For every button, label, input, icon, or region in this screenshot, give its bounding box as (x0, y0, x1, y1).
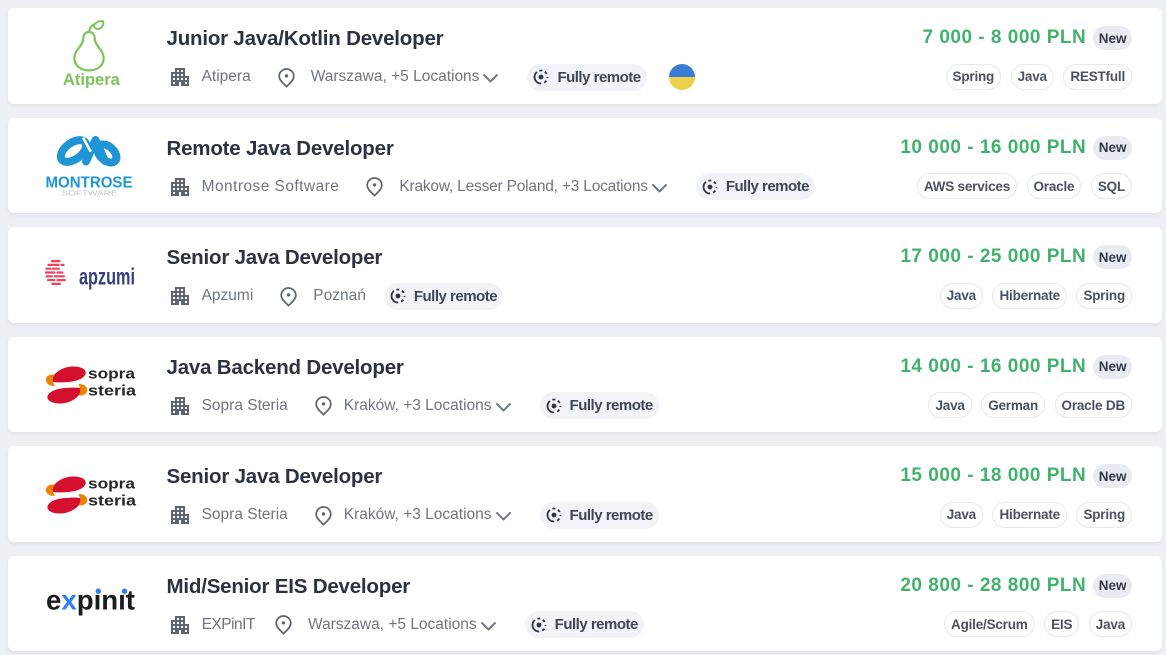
svg-text:steria: steria (88, 384, 137, 400)
svg-text:Atipera: Atipera (62, 71, 120, 88)
svg-text:steria: steria (88, 493, 137, 509)
svg-text:MONTROSE: MONTROSE (46, 175, 133, 192)
svg-text:SOFTWARE: SOFTWARE (62, 191, 118, 198)
svg-text:sopra: sopra (88, 367, 136, 383)
svg-text:apzumi: apzumi (79, 264, 135, 290)
svg-text:sopra: sopra (88, 476, 136, 492)
svg-text:expınıt: expınıt (46, 584, 135, 615)
